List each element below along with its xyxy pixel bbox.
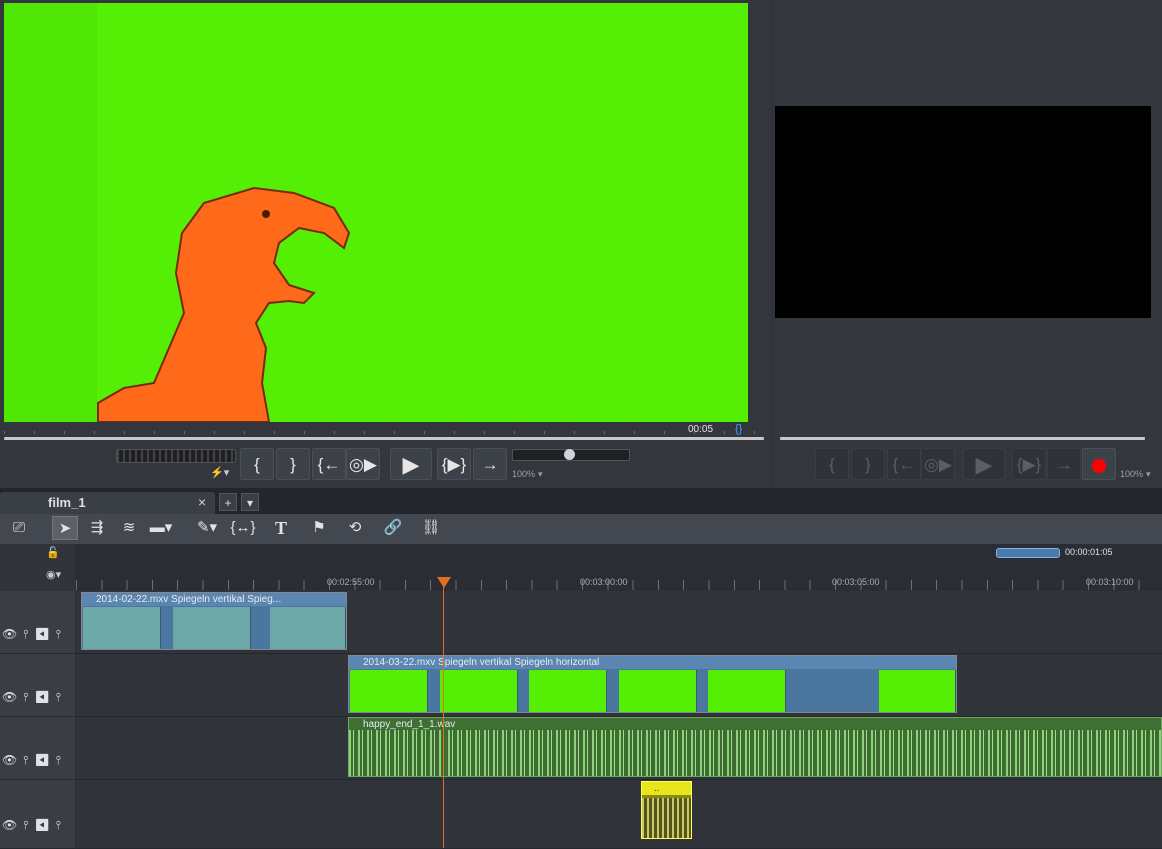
audio-clip-small[interactable]: .. <box>641 781 692 839</box>
loop-play-button[interactable]: ◎▶ <box>346 448 380 480</box>
track-header-3[interactable]: 👁⫯◀⫯ <box>0 717 75 780</box>
set-out-button[interactable]: } <box>276 448 310 480</box>
track-controls[interactable]: 👁⫯◀⫯ <box>2 753 67 768</box>
jog-wheel[interactable] <box>116 449 236 463</box>
clip-thumbnail <box>83 607 161 649</box>
track-header-4[interactable]: 👁⫯◀⫯ <box>0 780 75 849</box>
blade-icon[interactable]: ✎▾ <box>194 516 220 540</box>
pointer-icon[interactable]: ➤ <box>52 516 78 540</box>
clip-thumbnail <box>619 670 697 712</box>
ruler-label: 00:03:00:00 <box>580 577 628 587</box>
clip-thumbnail <box>270 607 346 649</box>
track-header-1[interactable]: 👁⫯◀⫯ <box>0 591 75 654</box>
unlink-icon[interactable]: ⛓ <box>418 516 444 540</box>
ruler-label: 00:03:10:00 <box>1086 577 1134 587</box>
track-controls[interactable]: 👁⫯◀⫯ <box>2 627 67 642</box>
clip-title: .. <box>642 782 691 795</box>
track-4[interactable] <box>76 780 1162 849</box>
undo-icon[interactable]: ⟲ <box>342 516 368 540</box>
program-play-button[interactable]: ▶ <box>963 448 1005 480</box>
set-in-button[interactable]: { <box>240 448 274 480</box>
play-in-out-button[interactable]: {▶} <box>437 448 471 480</box>
video-preview <box>4 3 748 422</box>
add-tab-button[interactable]: + <box>219 493 237 511</box>
chevron-down-icon[interactable]: ▾ <box>538 469 543 480</box>
program-go-to-out-button[interactable]: → <box>1047 448 1081 480</box>
track-controls[interactable]: 👁⫯◀⫯ <box>2 818 67 833</box>
multicam-icon[interactable]: ⎚ <box>6 516 32 540</box>
clip-thumbnail <box>350 670 428 712</box>
lightning-icon[interactable]: ⚡▾ <box>210 466 229 479</box>
in-out-marker-icon[interactable]: {} <box>735 423 742 435</box>
chevron-down-icon[interactable]: ▾ <box>1146 469 1151 480</box>
ruler-label: 00:03:05:00 <box>832 577 880 587</box>
clip-title: 2014-03-22.mxv Spiegeln vertikal Spiegel… <box>349 656 956 669</box>
audio-waveform <box>349 730 1161 776</box>
timeline-toolbar <box>0 514 1162 544</box>
program-loop-play-button[interactable]: ◎▶ <box>921 448 955 480</box>
source-timeline-ticks[interactable] <box>4 431 764 434</box>
zoom-slider-thumb[interactable] <box>564 449 575 460</box>
text-icon[interactable]: T <box>268 516 294 540</box>
video-clip-1[interactable]: 2014-02-22.mxv Spiegeln vertikal Spieg..… <box>81 592 347 650</box>
track-header-2[interactable]: 👁⫯◀⫯ <box>0 654 75 717</box>
program-set-out-button[interactable]: } <box>851 448 885 480</box>
go-to-out-button[interactable]: → <box>473 448 507 480</box>
video-clip-2[interactable]: 2014-03-22.mxv Spiegeln vertikal Spiegel… <box>348 655 957 713</box>
record-icon <box>1092 458 1106 473</box>
audio-clip[interactable]: happy_end_1_1.wav <box>348 717 1162 777</box>
program-zoom-value[interactable]: 100% <box>1120 469 1143 479</box>
clip-thumbnail <box>879 670 956 712</box>
tab-label: film_1 <box>48 495 86 510</box>
source-scrub-bar[interactable] <box>4 437 764 440</box>
audio-waveform <box>642 798 691 838</box>
record-button[interactable] <box>1082 448 1116 480</box>
clip-thumbnail <box>708 670 786 712</box>
track-icon[interactable]: ▬▾ <box>148 516 174 540</box>
program-set-in-button[interactable]: { <box>815 448 849 480</box>
clip-title: 2014-02-22.mxv Spiegeln vertikal Spieg..… <box>82 593 346 606</box>
clip-thumbnail <box>173 607 251 649</box>
range-duration: 00:00:01:05 <box>1065 547 1113 557</box>
play-button[interactable]: ▶ <box>390 448 432 480</box>
eagle-cutout-figure <box>97 186 351 422</box>
go-to-in-button[interactable]: {← <box>312 448 346 480</box>
program-preview <box>775 106 1151 318</box>
close-icon[interactable]: × <box>198 494 206 510</box>
ruler-label: 00:02:55:00 <box>327 577 375 587</box>
tab-menu-button[interactable]: ▾ <box>241 493 259 511</box>
program-play-in-out-button[interactable]: {▶} <box>1012 448 1046 480</box>
ripple-icon[interactable]: ⇶ <box>84 516 110 540</box>
eye-menu-icon[interactable]: ◉▾ <box>46 568 61 581</box>
range-icon[interactable]: {↔}▾ <box>230 516 256 560</box>
playhead-line[interactable] <box>443 580 444 848</box>
ripple-all-icon[interactable]: ≋ <box>116 516 142 540</box>
clip-thumbnail <box>440 670 518 712</box>
program-scrub-bar[interactable] <box>780 437 1145 440</box>
track-controls[interactable]: 👁⫯◀⫯ <box>2 690 67 705</box>
clip-thumbnail <box>529 670 607 712</box>
link-icon[interactable]: 🔗 <box>380 516 406 540</box>
source-timecode: 00:05 <box>688 424 714 435</box>
marker-icon[interactable]: ⚑ <box>306 516 332 540</box>
lock-icon[interactable]: 🔓 <box>46 546 60 559</box>
tab-film-1[interactable]: film_1 × <box>0 492 215 514</box>
program-go-to-in-button[interactable]: {← <box>887 448 921 480</box>
source-zoom-value[interactable]: 100% <box>512 469 535 479</box>
range-selector[interactable] <box>996 548 1060 558</box>
playhead-marker[interactable] <box>437 577 451 588</box>
